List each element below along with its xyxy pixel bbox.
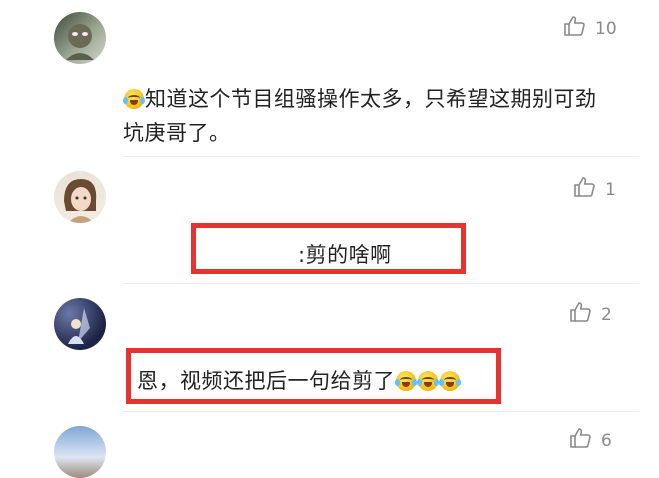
highlight-box	[191, 223, 466, 274]
avatar[interactable]	[54, 12, 106, 64]
comment-text: 知道这个节目组骚操作太多，只希望这期别可劲坑庚哥了。	[123, 87, 597, 145]
thumbs-up-icon	[569, 426, 593, 455]
like-count: 6	[601, 430, 612, 451]
like-count: 2	[601, 304, 612, 325]
thumbs-up-icon	[569, 300, 593, 329]
comment-1: 10 知道这个节目组骚操作太多，只希望这期别可劲坑庚哥了。	[0, 0, 659, 157]
like-button[interactable]: 6	[569, 426, 612, 455]
comment-4: 6	[0, 412, 659, 478]
laugh-cry-emoji-icon	[123, 89, 145, 109]
like-button[interactable]: 2	[569, 300, 612, 329]
avatar[interactable]	[54, 298, 106, 350]
like-button[interactable]: 10	[563, 14, 617, 43]
like-button[interactable]: 1	[573, 175, 616, 204]
like-count: 1	[605, 179, 616, 200]
highlight-box	[126, 348, 501, 404]
avatar[interactable]	[54, 426, 106, 478]
comment-3: 2 恩，视频还把后一句给剪了	[0, 284, 659, 412]
avatar[interactable]	[54, 171, 106, 223]
comment-2: 1 :剪的啥啊	[0, 157, 659, 284]
thumbs-up-icon	[563, 14, 587, 43]
thumbs-up-icon	[573, 175, 597, 204]
like-count: 10	[595, 18, 617, 39]
